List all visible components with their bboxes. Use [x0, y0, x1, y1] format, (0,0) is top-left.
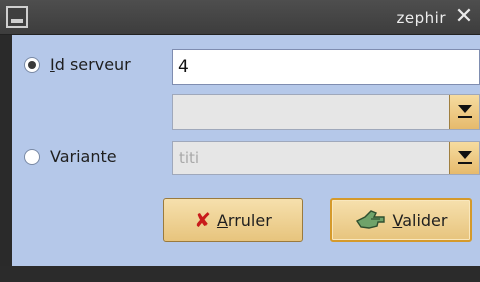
dialog-panel: Id serveur 4 Variante titi ✘ Arruler Val [12, 35, 480, 266]
variante-label: Variante [50, 147, 117, 166]
validate-button-label: Valider [392, 210, 448, 230]
variante-radio[interactable] [24, 149, 40, 165]
window-title: zephir [396, 9, 446, 27]
server-combo[interactable] [172, 94, 480, 130]
variante-combo[interactable]: titi [172, 141, 480, 175]
validate-icon [355, 209, 387, 231]
cancel-button[interactable]: ✘ Arruler [163, 198, 303, 242]
cancel-x-icon: ✘ [194, 208, 211, 232]
dropdown-arrow-icon[interactable] [449, 95, 479, 129]
cancel-button-label: Arruler [216, 210, 272, 230]
id-serveur-radio[interactable] [24, 57, 40, 73]
title-bar[interactable]: zephir ✕ [0, 0, 480, 35]
dropdown-arrow-icon[interactable] [449, 142, 479, 174]
id-serveur-input[interactable]: 4 [172, 49, 480, 85]
validate-button[interactable]: Valider [330, 198, 472, 242]
bottom-strip [0, 266, 480, 282]
close-icon[interactable]: ✕ [452, 5, 476, 29]
variante-combo-value: titi [179, 149, 200, 167]
window-menu-icon[interactable] [6, 6, 28, 28]
id-serveur-label: Id serveur [50, 55, 131, 74]
